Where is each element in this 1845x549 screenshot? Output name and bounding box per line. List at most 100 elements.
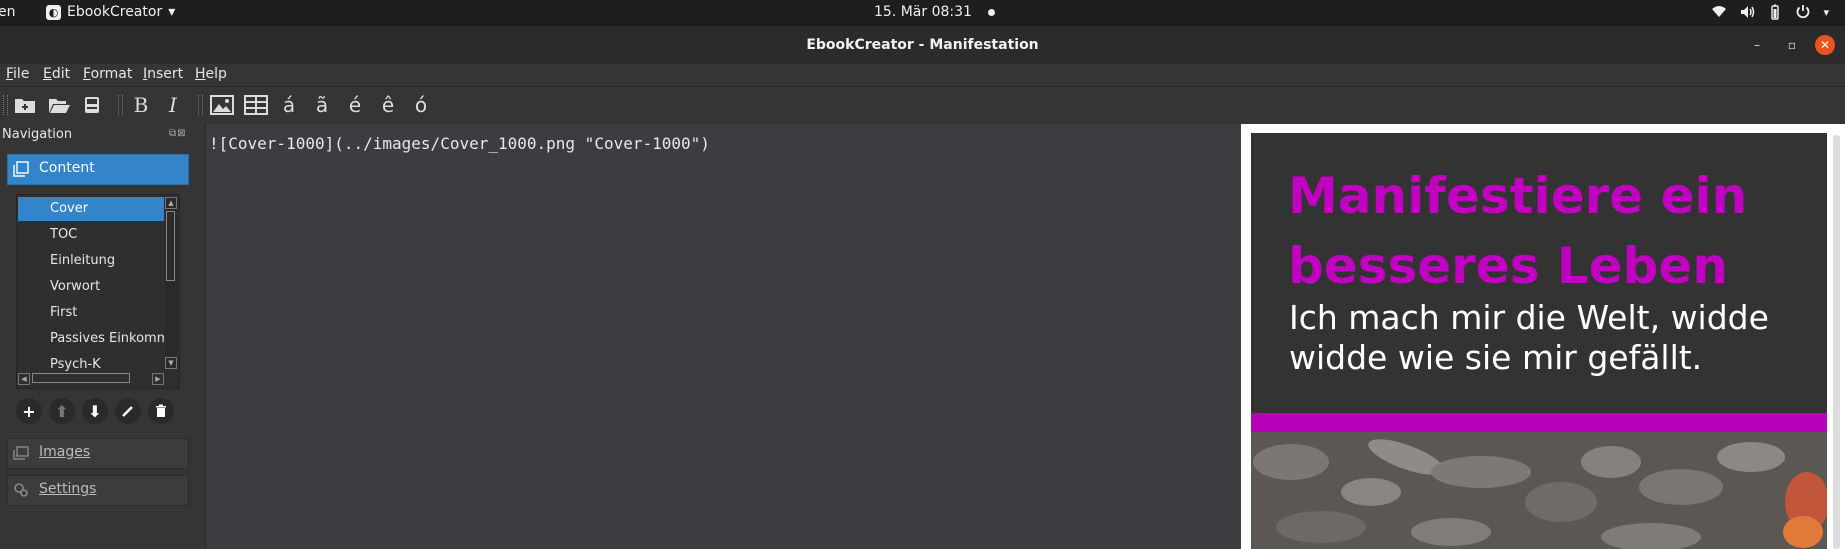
cover-heading-line: Manifestiere ein — [1288, 167, 1748, 225]
char-o-acute-button[interactable]: ó — [412, 92, 430, 118]
editor-text[interactable]: ![Cover-1000](../images/Cover_1000.png "… — [209, 134, 710, 153]
toolbar-grip[interactable] — [118, 95, 123, 115]
insert-image-icon — [210, 95, 234, 115]
section-settings[interactable]: Settings — [7, 475, 189, 506]
images-icon — [13, 446, 29, 460]
scrollbar-thumb[interactable] — [166, 211, 175, 281]
app-menu-label: EbookCreator — [67, 4, 163, 20]
cover-accent-band — [1251, 413, 1827, 432]
cover-heading: Manifestiere ein besseres Leben — [1288, 161, 1747, 301]
delete-page-button[interactable] — [148, 398, 174, 424]
section-images-label: Images — [39, 444, 91, 460]
app-icon: ◐ — [46, 4, 61, 20]
app-menu[interactable]: ◐ EbookCreator ▾ — [46, 4, 175, 20]
horizontal-scrollbar[interactable]: ◀ ▶ — [18, 371, 164, 385]
list-item[interactable]: Cover — [18, 197, 164, 221]
new-button[interactable] — [12, 92, 38, 118]
toolbar: B I á ã é ê ó — [0, 87, 1845, 125]
toolbar-grip[interactable] — [198, 95, 203, 115]
navigation-panel: Navigation ⧉⊠ Content Cover TOC Einleitu… — [0, 124, 196, 549]
float-dock-icon[interactable]: ⧉ — [169, 128, 177, 139]
cover-subtitle: Ich mach mir die Welt, widde widde wie s… — [1289, 298, 1769, 378]
list-item[interactable]: Vorwort — [18, 275, 164, 299]
notification-dot-icon — [987, 8, 995, 16]
maximize-button[interactable]: ▫ — [1782, 35, 1802, 55]
splitter[interactable] — [196, 124, 205, 549]
window-title: EbookCreator - Manifestation — [806, 37, 1039, 53]
menu-file[interactable]: File — [6, 66, 29, 82]
char-e-circumflex-button[interactable]: ê — [379, 92, 397, 118]
scrollbar-thumb[interactable] — [32, 373, 130, 383]
toolbar-grip[interactable] — [3, 95, 8, 115]
move-up-button[interactable]: ⬆ — [49, 398, 75, 424]
clock[interactable]: 15. Mär 08:31 — [874, 4, 995, 20]
clock-label: 15. Mär 08:31 — [874, 4, 972, 20]
preview-scrollbar[interactable] — [1833, 135, 1840, 549]
insert-image-button[interactable] — [208, 92, 236, 118]
activities-button[interactable]: en — [0, 4, 16, 20]
section-images[interactable]: Images — [7, 438, 189, 469]
char-a-tilde-button[interactable]: ã — [313, 92, 331, 118]
settings-icon — [14, 483, 28, 497]
scroll-right-icon[interactable]: ▶ — [152, 373, 164, 385]
system-tray[interactable]: ▾ — [1711, 4, 1829, 20]
list-item[interactable]: Einleitung — [18, 249, 164, 273]
markdown-editor[interactable]: ![Cover-1000](../images/Cover_1000.png "… — [205, 124, 1242, 549]
dock-buttons[interactable]: ⧉⊠ — [169, 128, 187, 139]
menu-insert[interactable]: Insert — [143, 66, 183, 82]
save-icon — [85, 97, 99, 113]
bold-button[interactable]: B — [129, 92, 153, 118]
char-e-acute-button[interactable]: é — [346, 92, 364, 118]
cover-heading-line: besseres Leben — [1288, 237, 1728, 295]
char-a-acute-button[interactable]: á — [280, 92, 298, 118]
page-list[interactable]: Cover TOC Einleitung Vorwort First Passi… — [16, 194, 180, 389]
section-content[interactable]: Content — [7, 154, 189, 185]
italic-button[interactable]: I — [162, 92, 184, 118]
volume-icon — [1741, 6, 1755, 18]
menu-help[interactable]: Help — [195, 66, 227, 82]
open-button[interactable] — [46, 92, 72, 118]
add-page-button[interactable]: + — [16, 398, 42, 424]
content-icon — [13, 161, 29, 177]
scroll-down-icon[interactable]: ▼ — [165, 357, 177, 369]
chevron-down-icon: ▾ — [1823, 5, 1829, 19]
system-top-bar: en ◐ EbookCreator ▾ 15. Mär 08:31 ▾ — [0, 0, 1845, 26]
menu-edit[interactable]: Edit — [43, 66, 70, 82]
window-title-bar[interactable]: EbookCreator - Manifestation – ▫ ✕ — [0, 26, 1845, 64]
edit-page-button[interactable] — [115, 398, 141, 424]
list-item[interactable]: First — [18, 301, 164, 325]
list-item[interactable]: TOC — [18, 223, 164, 247]
section-settings-label: Settings — [39, 481, 97, 497]
new-icon — [15, 99, 35, 113]
cover-stone-photo — [1251, 432, 1827, 549]
minimize-button[interactable]: – — [1747, 35, 1767, 55]
navigation-title: Navigation — [2, 127, 73, 142]
delete-icon — [156, 404, 166, 417]
preview-pane[interactable]: Manifestiere ein besseres Leben Ich mach… — [1241, 124, 1845, 549]
battery-icon — [1771, 4, 1780, 20]
menu-format[interactable]: Format — [83, 66, 132, 82]
list-item[interactable]: Passives Einkomm — [18, 327, 164, 351]
cover-image: Manifestiere ein besseres Leben Ich mach… — [1251, 133, 1827, 549]
scroll-up-icon[interactable]: ▲ — [165, 197, 177, 209]
move-up-icon: ⬆ — [55, 401, 69, 421]
chevron-down-icon: ▾ — [168, 4, 176, 20]
move-down-button[interactable]: ⬇ — [82, 398, 108, 424]
power-icon — [1797, 5, 1810, 19]
close-button[interactable]: ✕ — [1815, 35, 1835, 55]
insert-table-icon — [244, 95, 268, 115]
open-icon — [49, 99, 70, 113]
move-down-icon: ⬇ — [88, 401, 102, 421]
section-content-label: Content — [39, 160, 95, 176]
close-dock-icon[interactable]: ⊠ — [177, 128, 186, 139]
vertical-scrollbar[interactable]: ▲ ▼ — [165, 197, 177, 369]
add-icon: + — [22, 401, 36, 421]
menu-bar: File Edit Format Insert Help — [0, 64, 1845, 87]
edit-icon — [122, 406, 133, 417]
scroll-left-icon[interactable]: ◀ — [18, 373, 30, 385]
insert-table-button[interactable] — [242, 92, 270, 118]
save-button[interactable] — [80, 92, 104, 118]
wifi-icon — [1712, 6, 1727, 17]
cover-subtitle-line: Ich mach mir die Welt, widde — [1289, 298, 1769, 337]
cover-subtitle-line: widde wie sie mir gefällt. — [1289, 338, 1703, 377]
